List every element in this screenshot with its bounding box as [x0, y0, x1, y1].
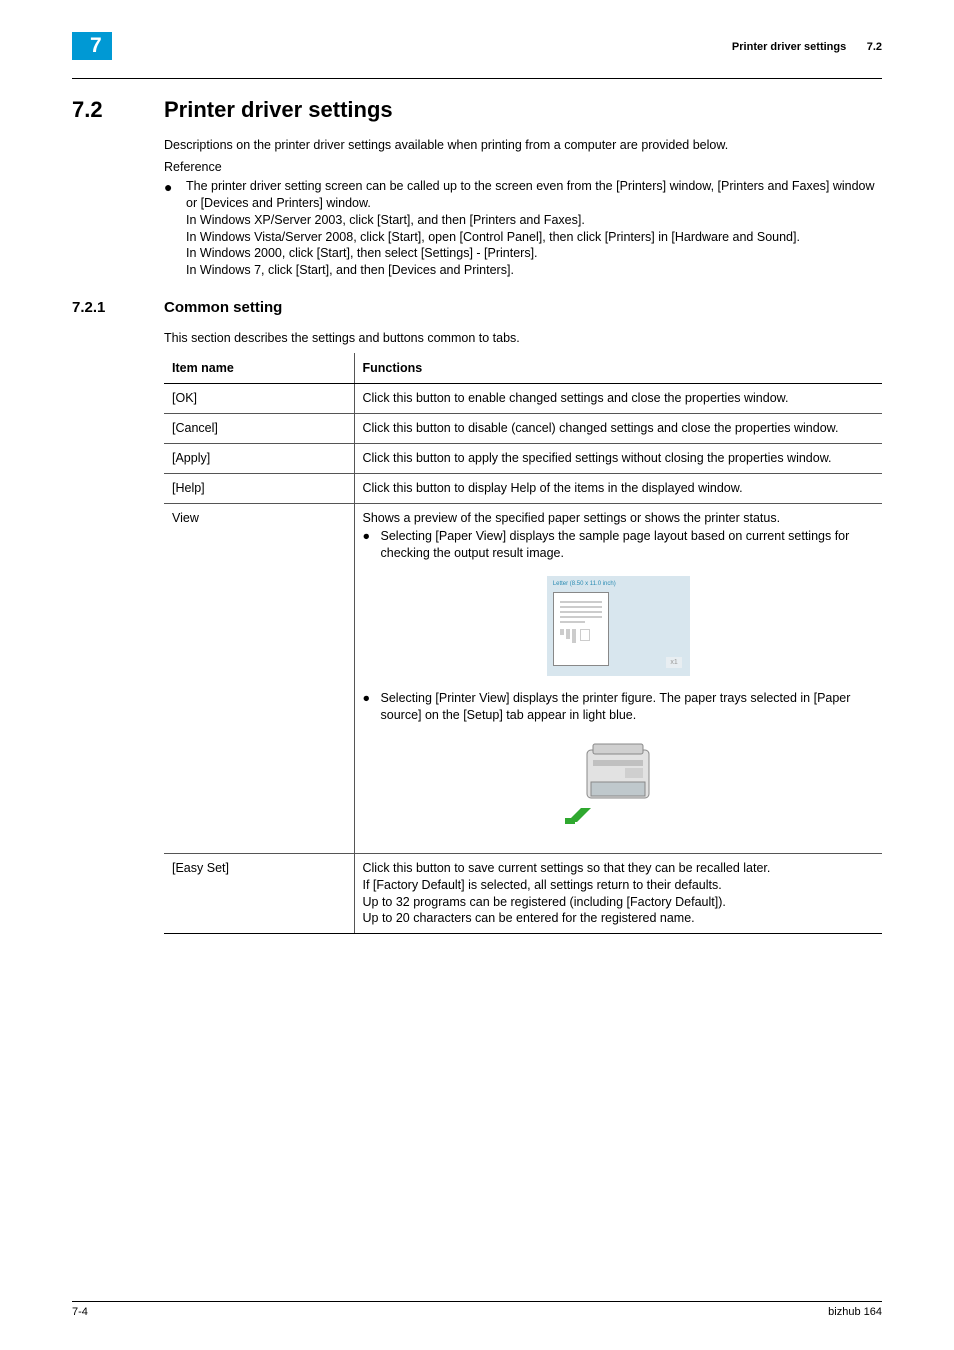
subsection-title: Common setting	[164, 299, 282, 316]
bullet-icon: ●	[363, 528, 381, 562]
cell-func: Click this button to disable (cancel) ch…	[354, 413, 882, 443]
table-row: [Easy Set] Click this button to save cur…	[164, 853, 882, 934]
view-bullet-2: ● Selecting [Printer View] displays the …	[363, 690, 875, 724]
page-footer: 7-4 bizhub 164	[72, 1301, 882, 1318]
view-bullet-2-text: Selecting [Printer View] displays the pr…	[381, 690, 875, 724]
header-title: Printer driver settings	[732, 41, 846, 53]
th-func: Functions	[354, 353, 882, 384]
cell-func: Click this button to display Help of the…	[354, 473, 882, 503]
view-intro: Shows a preview of the specified paper s…	[363, 510, 875, 527]
cell-item: [Cancel]	[164, 413, 354, 443]
footer-product: bizhub 164	[828, 1306, 882, 1318]
paper-view-count: x1	[666, 657, 681, 668]
cell-func: Shows a preview of the specified paper s…	[354, 503, 882, 853]
subsection-description: This section describes the settings and …	[164, 330, 882, 347]
paper-view-figure: Letter (8.50 x 11.0 inch)	[363, 576, 875, 676]
view-bullet-1: ● Selecting [Paper View] displays the sa…	[363, 528, 875, 562]
paper-view-caption: Letter (8.50 x 11.0 inch)	[553, 580, 616, 588]
reference-text: The printer driver setting screen can be…	[186, 178, 882, 279]
chapter-badge: 7	[72, 32, 112, 60]
cell-item: [Apply]	[164, 443, 354, 473]
paper-view-page	[553, 592, 609, 666]
table-row: [Help] Click this button to display Help…	[164, 473, 882, 503]
table-row: View Shows a preview of the specified pa…	[164, 503, 882, 853]
footer-page-number: 7-4	[72, 1306, 88, 1318]
header-section-ref: 7.2	[867, 41, 882, 53]
settings-table: Item name Functions [OK] Click this butt…	[164, 353, 882, 934]
bullet-icon: ●	[363, 690, 381, 724]
cell-func: Click this button to enable changed sett…	[354, 384, 882, 414]
subsection-number: 7.2.1	[72, 299, 164, 316]
cell-func: Click this button to apply the specified…	[354, 443, 882, 473]
section-title: Printer driver settings	[164, 97, 393, 123]
cell-func: Click this button to save current settin…	[354, 853, 882, 934]
printer-view-figure	[363, 738, 875, 833]
cell-item: View	[164, 503, 354, 853]
table-row: [OK] Click this button to enable changed…	[164, 384, 882, 414]
reference-label: Reference	[164, 160, 882, 174]
cell-item: [Help]	[164, 473, 354, 503]
subsection-heading: 7.2.1 Common setting	[72, 299, 882, 316]
paper-view-panel: Letter (8.50 x 11.0 inch)	[547, 576, 690, 676]
section-description: Descriptions on the printer driver setti…	[164, 137, 882, 154]
th-item: Item name	[164, 353, 354, 384]
table-row: [Cancel] Click this button to disable (c…	[164, 413, 882, 443]
printer-view-panel	[563, 738, 673, 833]
page-header: 7 Printer driver settings 7.2	[72, 32, 882, 60]
view-bullet-1-text: Selecting [Paper View] displays the samp…	[381, 528, 875, 562]
cell-item: [OK]	[164, 384, 354, 414]
section-heading: 7.2 Printer driver settings	[72, 97, 882, 123]
header-right: Printer driver settings 7.2	[732, 37, 882, 55]
reference-bullet: ● The printer driver setting screen can …	[164, 178, 882, 279]
printer-icon	[563, 738, 673, 828]
cell-item: [Easy Set]	[164, 853, 354, 934]
bullet-icon: ●	[164, 178, 186, 279]
header-rule	[72, 78, 882, 79]
section-number: 7.2	[72, 97, 164, 123]
table-row: [Apply] Click this button to apply the s…	[164, 443, 882, 473]
